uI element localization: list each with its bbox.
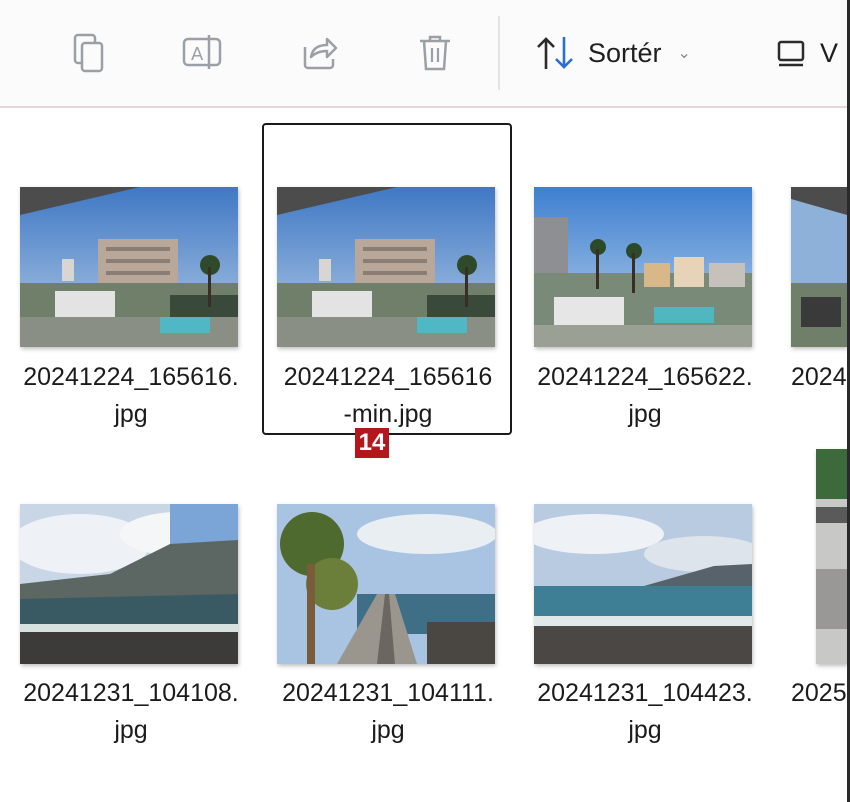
rename-icon: A [182,35,222,69]
file-thumbnail [534,504,752,664]
file-name: 20241231_104423. jpg [537,679,753,744]
file-name: 2024 [791,363,847,391]
view-button[interactable]: V [776,30,838,76]
file-thumbnail [20,187,238,347]
copy-button[interactable] [66,30,112,76]
file-name: 20241224_165616 -min.jpg [283,363,493,428]
delete-button[interactable] [412,30,458,76]
chevron-down-icon: ⌄ [677,45,691,62]
file-grid: 20241224_165616. jpg 20241224_165616 -min.… [0,108,850,802]
file-name: 20241231_104111. jpg [282,679,494,744]
share-icon [303,37,338,70]
copy-icon [73,33,104,73]
svg-text:A: A [191,44,204,65]
sort-label: Sortér [588,37,662,68]
file-name: 20241231_104108. jpg [23,679,239,744]
step-badge: 14 [355,428,389,458]
file-thumbnail [534,187,752,347]
file-name: 20241224_165616. jpg [23,363,239,428]
sort-icon [537,37,573,69]
file-name: 20241224_165622. jpg [537,363,753,428]
delete-icon [420,35,450,71]
file-thumbnail [277,504,495,664]
file-thumbnail [791,187,847,347]
file-name: 2025 [791,679,847,707]
view-icon [777,40,805,67]
command-bar: A Sortér ⌄ V [0,0,850,108]
rename-button[interactable]: A [180,30,226,76]
sort-button[interactable]: Sortér ⌄ [534,30,691,76]
share-button[interactable] [296,30,342,76]
toolbar-separator [498,16,500,90]
view-label: V [820,37,839,68]
file-thumbnail [20,504,238,664]
file-thumbnail [816,449,847,664]
file-thumbnail [277,187,495,347]
